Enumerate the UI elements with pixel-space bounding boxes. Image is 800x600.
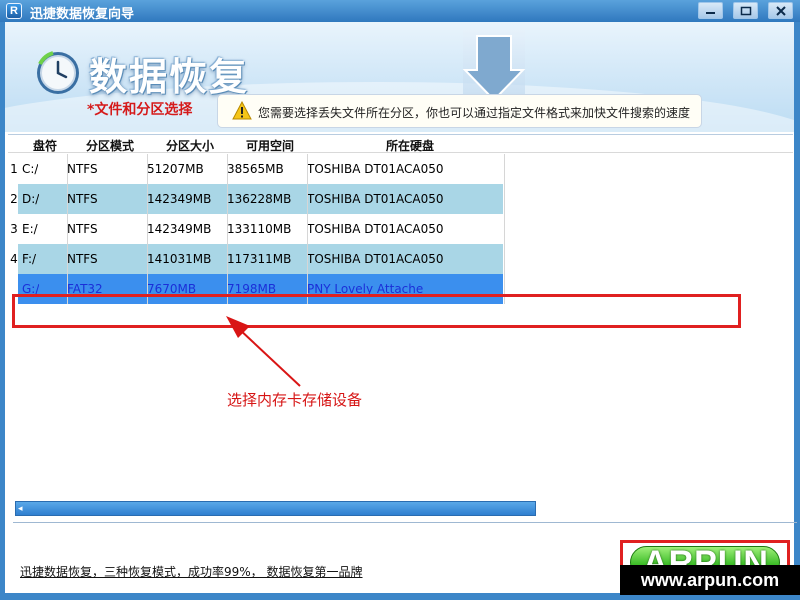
column-separator [307, 154, 308, 304]
clock-icon [37, 51, 79, 94]
footer-divider [13, 522, 797, 523]
window-title: 迅捷数据恢复向导 [30, 7, 135, 22]
arrow-annotation-icon [226, 316, 301, 387]
cell-free: 117311MB [227, 252, 292, 266]
column-separator [67, 154, 68, 304]
row-number: 3 [10, 222, 18, 236]
cell-drive: F:/ [22, 252, 37, 266]
cell-drive: E:/ [22, 222, 38, 236]
tip-box: 您需要选择丢失文件所在分区，你也可以通过指定文件格式来加快文件搜索的速度 [217, 94, 702, 128]
cell-disk: TOSHIBA DT01ACA050 [307, 162, 444, 176]
horizontal-scrollbar[interactable]: ◂ [15, 501, 536, 516]
cell-drive: C:/ [22, 162, 39, 176]
cell-free: 136228MB [227, 192, 292, 206]
close-icon [776, 6, 786, 16]
cell-disk: TOSHIBA DT01ACA050 [307, 222, 444, 236]
title-bar[interactable]: R 迅捷数据恢复向导 [0, 0, 800, 22]
column-separator [504, 154, 505, 304]
maximize-button[interactable] [733, 2, 758, 19]
page-title: 数据恢复 [89, 55, 250, 99]
cell-disk: TOSHIBA DT01ACA050 [307, 252, 444, 266]
app-logo-icon: R [6, 3, 22, 19]
minimize-icon [706, 12, 715, 14]
cell-mode: NTFS [67, 192, 98, 206]
cell-size: 51207MB [147, 162, 204, 176]
column-header-free[interactable]: 可用空间 [230, 137, 310, 154]
header-banner: 数据恢复 *文件和分区选择 您需要选择丢失文件所在分区，你也可以通过指定文件格式… [5, 22, 794, 132]
client-area: 数据恢复 *文件和分区选择 您需要选择丢失文件所在分区，你也可以通过指定文件格式… [5, 22, 797, 593]
column-separator [147, 154, 148, 304]
table-row[interactable]: 1 C:/ NTFS 51207MB 38565MB TOSHIBA DT01A… [8, 154, 793, 184]
cell-mode: NTFS [67, 252, 98, 266]
cell-free: 133110MB [227, 222, 292, 236]
step-label: *文件和分区选择 [87, 102, 193, 118]
table-row[interactable]: 4 F:/ NTFS 141031MB 117311MB TOSHIBA DT0… [8, 244, 793, 274]
cell-size: 142349MB [147, 222, 212, 236]
cell-mode: NTFS [67, 222, 98, 236]
table-row[interactable]: 3 E:/ NTFS 142349MB 133110MB TOSHIBA DT0… [8, 214, 793, 244]
row-number: 1 [10, 162, 18, 176]
maximize-icon [740, 6, 752, 16]
minimize-button[interactable] [698, 2, 723, 19]
cell-size: 141031MB [147, 252, 212, 266]
table-row[interactable]: 2 D:/ NTFS 142349MB 136228MB TOSHIBA DT0… [8, 184, 793, 214]
cell-size: 142349MB [147, 192, 212, 206]
app-window: R 迅捷数据恢复向导 数据恢复 *文件和分区选择 您需要选择丢失文件所在分区，你… [0, 0, 800, 600]
warning-icon [232, 101, 252, 120]
close-button[interactable] [768, 2, 793, 19]
annotation-text: 选择内存卡存储设备 [227, 391, 363, 409]
row-number: 2 [10, 192, 18, 206]
column-separator [227, 154, 228, 304]
column-header-size[interactable]: 分区大小 [150, 137, 230, 154]
scroll-left-icon[interactable]: ◂ [18, 504, 28, 514]
cell-free: 38565MB [227, 162, 284, 176]
row-number: 4 [10, 252, 18, 266]
cell-disk: TOSHIBA DT01ACA050 [307, 192, 444, 206]
footer-promo-link[interactable]: 迅捷数据恢复，三种恢复模式，成功率99%， 数据恢复第一品牌 [20, 563, 363, 580]
highlight-box [12, 294, 741, 328]
watermark: www.arpun.com [620, 565, 800, 595]
column-header-disk[interactable]: 所在硬盘 [310, 137, 510, 154]
tip-text: 您需要选择丢失文件所在分区，你也可以通过指定文件格式来加快文件搜索的速度 [258, 106, 691, 120]
cell-drive: D:/ [22, 192, 40, 206]
cell-mode: NTFS [67, 162, 98, 176]
column-header-mode[interactable]: 分区模式 [70, 137, 150, 154]
column-header-drive[interactable]: 盘符 [22, 137, 68, 154]
table-header: 盘符 分区模式 分区大小 可用空间 所在硬盘 [8, 135, 793, 153]
